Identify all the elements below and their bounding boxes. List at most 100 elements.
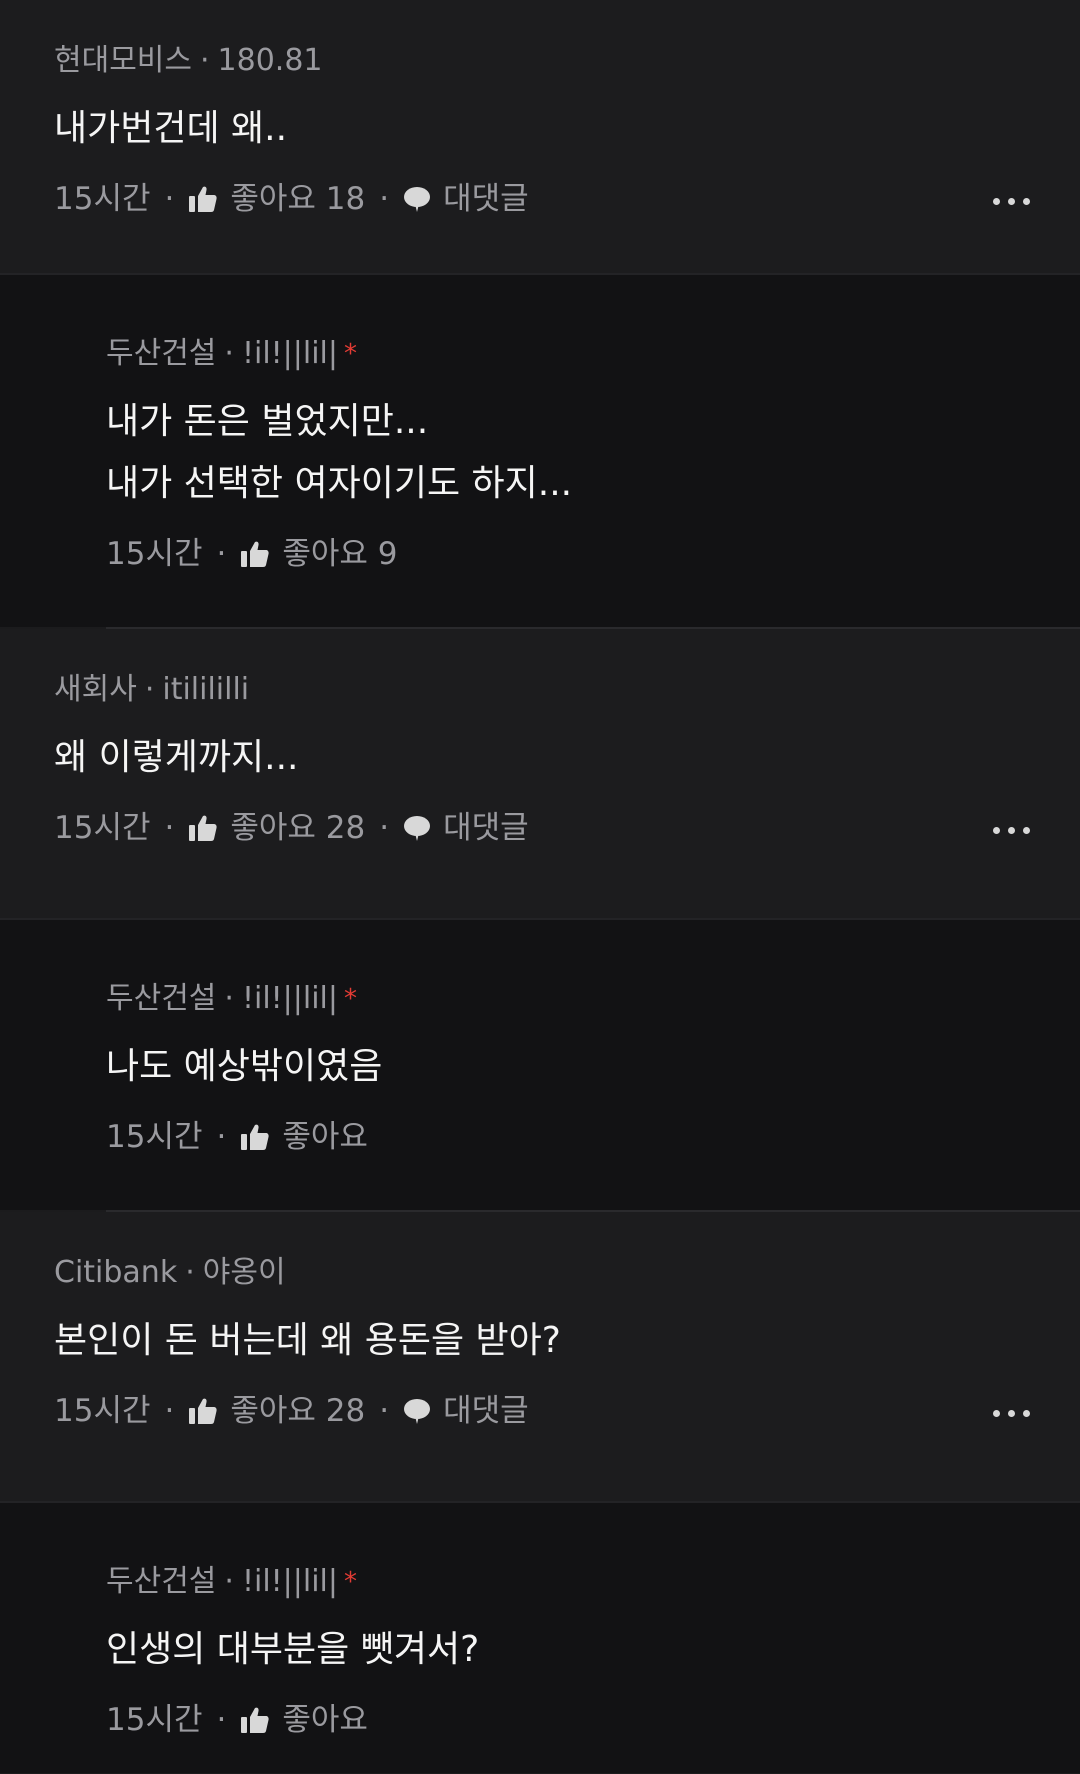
separator-dot: ·: [216, 1702, 227, 1738]
separator-dot: ·: [379, 810, 390, 846]
username[interactable]: !il!||lil|: [242, 1564, 338, 1599]
comment-actions: 15시간 · 좋아요 28 · 대댓글: [54, 1388, 1080, 1434]
comment-actions: 15시간 · 좋아요 18 · 대댓글: [54, 176, 1080, 222]
company-name: Citibank: [54, 1255, 178, 1290]
username[interactable]: !il!||lil|: [242, 981, 338, 1016]
speech-bubble-icon: [404, 187, 431, 212]
reply-comment: 두산건설 · !il!||lil| * 내가 돈은 벌었지만... 내가 선택한 여자…: [0, 275, 1080, 627]
comment-meta: 현대모비스 · 180.81: [54, 40, 1080, 82]
timestamp: 15시간: [106, 536, 203, 572]
comment-meta: 두산건설 · !il!||lil| *: [106, 1561, 1080, 1603]
reply-button[interactable]: 대댓글: [403, 176, 529, 222]
separator-dot: ·: [216, 1119, 227, 1155]
more-dots-icon: [993, 1410, 1000, 1417]
like-button[interactable]: 좋아요 28: [188, 1388, 365, 1434]
like-button[interactable]: 좋아요 9: [240, 531, 398, 577]
comment-text-line: 내가번건데 왜..: [54, 108, 288, 149]
more-dots-icon: [993, 827, 1000, 834]
thumbs-up-icon: [189, 1398, 217, 1424]
separator-dot: ·: [164, 181, 175, 217]
timestamp: 15시간: [106, 1702, 203, 1738]
username[interactable]: 야옹이: [203, 1255, 286, 1290]
author-badge: *: [344, 984, 358, 1014]
comment: 현대모비스 · 180.81 내가번건데 왜.. 15시간 · 좋아요 18 · 대…: [0, 0, 1080, 273]
reply-label: 대댓글: [443, 181, 529, 217]
comment-actions: 15시간 · 좋아요 28 · 대댓글: [54, 805, 1080, 851]
comment-thread: 현대모비스 · 180.81 내가번건데 왜.. 15시간 · 좋아요 18 · 대…: [0, 0, 1080, 1773]
more-options-button[interactable]: [993, 821, 1030, 840]
thumbs-up-icon: [189, 815, 217, 841]
comment-actions: 15시간 · 좋아요 9: [106, 531, 1080, 577]
separator-dot: ·: [379, 1393, 390, 1429]
comment: Citibank · 야옹이 본인이 돈 버는데 왜 용돈을 받아? 15시간 · …: [0, 1212, 1080, 1501]
timestamp: 15시간: [54, 181, 151, 217]
speech-bubble-icon: [404, 1399, 431, 1424]
comment-text-line: 왜 이렇게까지...: [54, 737, 299, 778]
separator-dot: ·: [164, 1393, 175, 1429]
company-name: 두산건설: [106, 336, 217, 371]
comment-text: 본인이 돈 버는데 왜 용돈을 받아?: [54, 1310, 1080, 1372]
comment: 새회사 · itilililli 왜 이렇게까지... 15시간 · 좋아요 28 …: [0, 629, 1080, 918]
separator-dot: ·: [164, 810, 175, 846]
like-count: 좋아요: [282, 1702, 368, 1738]
reply-label: 대댓글: [443, 810, 529, 846]
company-name: 두산건설: [106, 1564, 217, 1599]
separator-dot: ·: [224, 981, 234, 1016]
comment-meta: Citibank · 야옹이: [54, 1252, 1080, 1294]
comment-text: 내가 돈은 벌었지만... 내가 선택한 여자이기도 하지...: [106, 391, 1080, 515]
reply-button[interactable]: 대댓글: [403, 1388, 529, 1434]
username[interactable]: !il!||lil|: [242, 336, 338, 371]
like-count: 좋아요 28: [230, 810, 366, 846]
reply-button[interactable]: 대댓글: [403, 805, 529, 851]
username[interactable]: itilililli: [162, 672, 249, 707]
timestamp: 15시간: [54, 810, 151, 846]
comment-actions: 15시간 · 좋아요: [106, 1697, 1080, 1743]
company-name: 두산건설: [106, 981, 217, 1016]
comment-meta: 두산건설 · !il!||lil| *: [106, 333, 1080, 375]
reply-comment: 두산건설 · !il!||lil| * 나도 예상밖이였음 15시간 · 좋아요: [0, 920, 1080, 1210]
thumbs-up-icon: [241, 1124, 269, 1150]
separator-dot: ·: [224, 336, 234, 371]
comment-text: 왜 이렇게까지...: [54, 727, 1080, 789]
more-options-button[interactable]: [993, 192, 1030, 211]
comment-meta: 새회사 · itilililli: [54, 669, 1080, 711]
reply-label: 대댓글: [443, 1393, 529, 1429]
separator-dot: ·: [185, 1255, 195, 1290]
thumbs-up-icon: [189, 186, 217, 212]
author-badge: *: [344, 1567, 358, 1597]
thumbs-up-icon: [241, 1707, 269, 1733]
timestamp: 15시간: [106, 1119, 203, 1155]
company-name: 현대모비스: [54, 43, 192, 78]
thumbs-up-icon: [241, 541, 269, 567]
timestamp: 15시간: [54, 1393, 151, 1429]
reply-comment: 두산건설 · !il!||lil| * 인생의 대부분을 뺏겨서? 15시간 · 좋아…: [0, 1503, 1080, 1773]
company-name: 새회사: [54, 672, 137, 707]
more-dots-icon: [993, 198, 1000, 205]
like-count: 좋아요 28: [230, 1393, 366, 1429]
like-button[interactable]: 좋아요: [240, 1697, 368, 1743]
username[interactable]: 180.81: [218, 43, 323, 78]
separator-dot: ·: [224, 1564, 234, 1599]
comment-text: 나도 예상밖이였음: [106, 1036, 1080, 1098]
speech-bubble-icon: [404, 816, 431, 841]
like-button[interactable]: 좋아요 28: [188, 805, 365, 851]
comment-text: 인생의 대부분을 뺏겨서?: [106, 1619, 1080, 1681]
separator-dot: ·: [200, 43, 210, 78]
separator-dot: ·: [144, 672, 155, 707]
comment-text-line: 인생의 대부분을 뺏겨서?: [106, 1629, 480, 1670]
comment-text-line: 나도 예상밖이였음: [106, 1046, 383, 1087]
like-button[interactable]: 좋아요: [240, 1114, 368, 1160]
comment-text-line: 내가 선택한 여자이기도 하지...: [106, 463, 573, 504]
like-count: 좋아요: [282, 1119, 368, 1155]
comment-text-line: 내가 돈은 벌었지만...: [106, 401, 429, 442]
like-button[interactable]: 좋아요 18: [188, 176, 365, 222]
comment-text: 내가번건데 왜..: [54, 98, 1080, 160]
like-count: 좋아요 18: [230, 181, 366, 217]
like-count: 좋아요 9: [282, 536, 398, 572]
comment-actions: 15시간 · 좋아요: [106, 1114, 1080, 1160]
more-options-button[interactable]: [993, 1404, 1030, 1423]
separator-dot: ·: [216, 536, 227, 572]
comment-meta: 두산건설 · !il!||lil| *: [106, 978, 1080, 1020]
separator-dot: ·: [379, 181, 390, 217]
comment-text-line: 본인이 돈 버는데 왜 용돈을 받아?: [54, 1320, 561, 1361]
